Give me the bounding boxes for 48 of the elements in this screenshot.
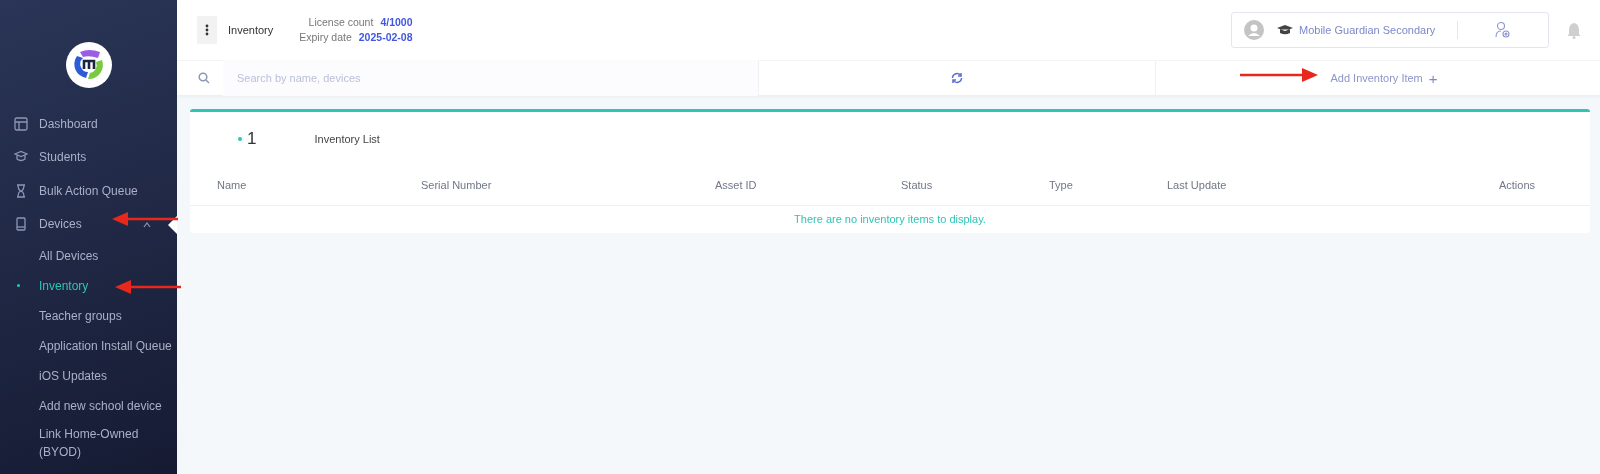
- nav-label: Dashboard: [39, 116, 98, 131]
- hourglass-icon: [14, 183, 28, 198]
- status-dot: [238, 136, 242, 141]
- card-title: Inventory List: [314, 132, 380, 145]
- search-icon: [198, 72, 210, 84]
- nav-label: Bulk Action Queue: [39, 183, 138, 198]
- school-name[interactable]: Mobile Guardian Secondary: [1299, 24, 1436, 36]
- column-header: Serial Number: [421, 179, 493, 191]
- nav-item[interactable]: Bulk Action Queue: [0, 174, 177, 208]
- notification-bell-icon[interactable]: [1567, 21, 1581, 39]
- layout-icon: [14, 116, 28, 131]
- menu-button[interactable]: [197, 16, 217, 44]
- nav-item[interactable]: Dashboard: [0, 107, 177, 141]
- annotation-arrow: [112, 212, 178, 226]
- annotation-arrow: [115, 280, 181, 294]
- nav-item[interactable]: Devices: [0, 207, 177, 241]
- license-label: License count: [308, 15, 374, 30]
- license-value: 4/1000: [380, 15, 413, 30]
- logo-icon: [65, 42, 112, 88]
- column-header: Status: [901, 179, 934, 191]
- nav-item[interactable]: Students: [0, 140, 177, 174]
- active-dot: [17, 284, 20, 287]
- nav-label: Devices: [39, 217, 82, 232]
- nav-subitem[interactable]: iOS Updates: [0, 361, 177, 391]
- active-pointer: [168, 215, 177, 234]
- nav-subitem[interactable]: Inventory: [0, 271, 177, 301]
- nav-subitem[interactable]: Application Install Queue: [0, 331, 177, 361]
- user-settings-icon[interactable]: [1495, 21, 1512, 39]
- graduation-cap-icon: [1277, 24, 1293, 36]
- nav-subitem[interactable]: Add new school device: [0, 391, 177, 421]
- refresh-icon[interactable]: [951, 72, 963, 84]
- column-header: Last Update: [1167, 179, 1228, 191]
- nav-label: Students: [39, 150, 87, 165]
- avatar-icon[interactable]: [1244, 20, 1264, 40]
- column-header: Name: [217, 179, 248, 191]
- more-icon: [205, 24, 209, 36]
- column-header: Type: [1049, 179, 1074, 191]
- nav-subitem[interactable]: Teacher groups: [0, 301, 177, 331]
- expiry-label: Expiry date: [299, 30, 352, 45]
- page-title: Inventory: [228, 24, 274, 36]
- column-header: Actions: [1498, 179, 1535, 191]
- phone-icon: [14, 217, 28, 232]
- nav-subitem[interactable]: Link Home-Owned (BYOD): [0, 421, 149, 465]
- expiry-value: 2025-02-08: [358, 30, 413, 45]
- empty-message: There are no inventory items to display.: [793, 212, 987, 225]
- nav-subitem[interactable]: All Devices: [0, 241, 177, 271]
- column-header: Asset ID: [715, 179, 758, 191]
- item-count: 1: [247, 128, 257, 149]
